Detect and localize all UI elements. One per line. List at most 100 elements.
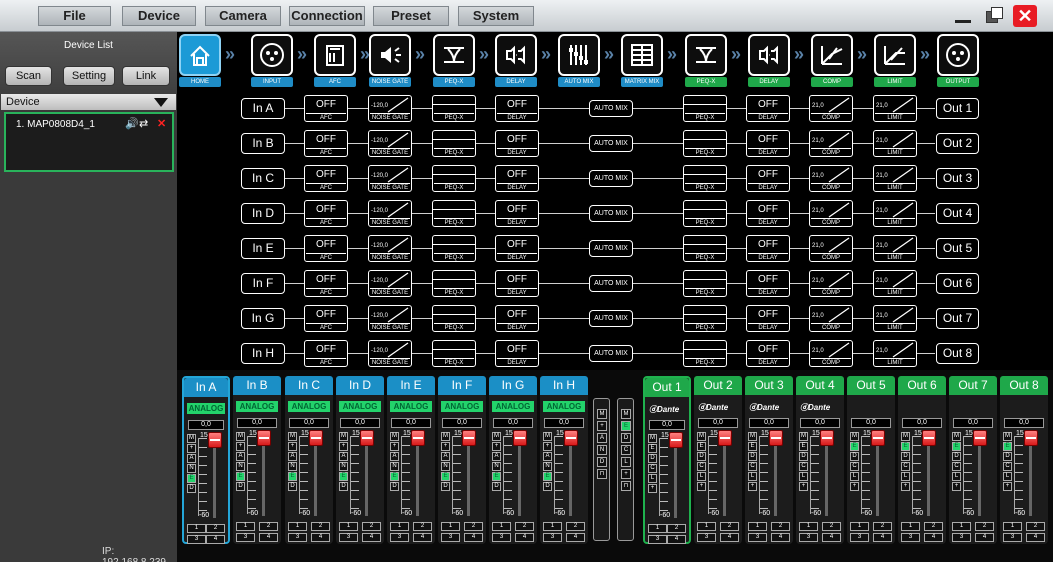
peq-block[interactable]: PEQ-X — [432, 200, 476, 227]
strip-button-c[interactable]: C — [799, 462, 808, 471]
noise-gate-block[interactable]: -120,0 NOISE GATE — [368, 130, 412, 157]
afc-block[interactable]: OFF AFC — [304, 340, 348, 367]
fader-track[interactable] — [978, 434, 981, 516]
auto-mix-block[interactable]: AUTO MIX — [589, 100, 633, 117]
fader-knob[interactable] — [360, 430, 374, 446]
input-strip-name[interactable]: In F — [438, 376, 486, 395]
source-badge[interactable]: ANALOG — [390, 401, 432, 412]
delay-block[interactable]: OFF DELAY — [495, 235, 539, 262]
strip-button-n[interactable]: N — [288, 462, 297, 471]
strip-button-m[interactable]: M — [648, 434, 657, 443]
channel-button[interactable]: 3 — [697, 533, 716, 542]
strip-button-d[interactable]: D — [339, 482, 348, 491]
auto-mix-block[interactable]: AUTO MIX — [589, 275, 633, 292]
comp-block[interactable]: 21,0 COMP — [809, 130, 853, 157]
output-strip-name[interactable]: Out 5 — [847, 376, 895, 395]
minimize-button[interactable] — [952, 6, 974, 26]
strip-button-plus[interactable]: + — [441, 442, 450, 451]
output-label[interactable]: Out 5 — [936, 238, 979, 259]
channel-button[interactable]: 2 — [873, 522, 892, 531]
strip-button-e[interactable]: E — [390, 472, 399, 481]
fader-knob[interactable] — [462, 430, 476, 446]
output-strip-name[interactable]: Out 3 — [745, 376, 793, 395]
comp-block[interactable]: 21,0 COMP — [809, 270, 853, 297]
link-button[interactable]: Link — [122, 66, 170, 86]
channel-button[interactable]: 1 — [339, 522, 358, 531]
strip-button-d[interactable]: D — [1003, 452, 1012, 461]
strip-button-m[interactable]: M — [441, 432, 450, 441]
mix-button[interactable]: D — [621, 433, 631, 443]
comp-block[interactable]: 21,0 COMP — [809, 95, 853, 122]
fader-track[interactable] — [876, 434, 879, 516]
strip-button-d[interactable]: D — [390, 482, 399, 491]
delay-block[interactable]: OFF DELAY — [495, 270, 539, 297]
delay-block[interactable]: OFF DELAY — [495, 340, 539, 367]
afc-block[interactable]: OFF AFC — [304, 130, 348, 157]
source-badge[interactable]: ANALOG — [236, 401, 278, 412]
strip-button-n[interactable]: N — [187, 464, 196, 473]
channel-button[interactable]: 4 — [206, 535, 225, 544]
out-peq-block[interactable]: PEQ-X — [683, 95, 727, 122]
afc-block[interactable]: OFF AFC — [304, 95, 348, 122]
noise-gate-block[interactable]: -120,0 NOISE GATE — [368, 235, 412, 262]
channel-button[interactable]: 1 — [850, 522, 869, 531]
mix-button[interactable]: D — [597, 457, 607, 467]
fader-knob[interactable] — [208, 432, 222, 448]
fader-track[interactable] — [314, 434, 317, 516]
strip-button-plus[interactable]: + — [492, 442, 501, 451]
strip-button-c[interactable]: C — [748, 462, 757, 471]
tool-limit-11[interactable]: LIMIT — [874, 34, 916, 87]
mix-button[interactable]: C — [621, 445, 631, 455]
speaker-icon[interactable]: 🔊 — [125, 117, 139, 130]
strip-button-e[interactable]: E — [492, 472, 501, 481]
channel-button[interactable]: 3 — [339, 533, 358, 542]
channel-button[interactable]: 1 — [648, 524, 667, 533]
strip-button-e[interactable]: E — [1003, 442, 1012, 451]
strip-button-c[interactable]: C — [1003, 462, 1012, 471]
channel-button[interactable]: 4 — [413, 533, 432, 542]
channel-button[interactable]: 2 — [259, 522, 278, 531]
strip-button-plus[interactable]: + — [850, 482, 859, 491]
strip-button-n[interactable]: N — [236, 462, 245, 471]
channel-button[interactable]: 2 — [975, 522, 994, 531]
fader-track[interactable] — [467, 434, 470, 516]
menu-file[interactable]: File — [38, 6, 111, 26]
fader-track[interactable] — [1029, 434, 1032, 516]
limit-block[interactable]: 21,0 LIMIT — [873, 235, 917, 262]
gain-value[interactable]: 0,0 — [1004, 418, 1044, 428]
channel-button[interactable]: 1 — [441, 522, 460, 531]
noise-gate-block[interactable]: -120,0 NOISE GATE — [368, 305, 412, 332]
input-strip-name[interactable]: In D — [336, 376, 384, 395]
channel-button[interactable]: 1 — [492, 522, 511, 531]
close-button[interactable]: ✕ — [1013, 5, 1037, 27]
comp-block[interactable]: 21,0 COMP — [809, 340, 853, 367]
strip-button-d[interactable]: D — [697, 452, 706, 461]
fader-knob[interactable] — [564, 430, 578, 446]
strip-button-plus[interactable]: + — [901, 482, 910, 491]
peq-block[interactable]: PEQ-X — [432, 270, 476, 297]
strip-button-l[interactable]: L — [901, 472, 910, 481]
channel-button[interactable]: 2 — [667, 524, 686, 533]
fader-track[interactable] — [262, 434, 265, 516]
channel-button[interactable]: 4 — [259, 533, 278, 542]
channel-button[interactable]: 2 — [311, 522, 330, 531]
afc-block[interactable]: OFF AFC — [304, 235, 348, 262]
maximize-button[interactable] — [984, 6, 1006, 26]
channel-button[interactable]: 3 — [390, 533, 409, 542]
strip-button-d[interactable]: D — [543, 482, 552, 491]
peq-block[interactable]: PEQ-X — [432, 305, 476, 332]
tool-home-0[interactable]: HOME — [179, 34, 221, 87]
strip-button-m[interactable]: M — [748, 432, 757, 441]
channel-button[interactable]: 3 — [799, 533, 818, 542]
strip-button-plus[interactable]: + — [697, 482, 706, 491]
strip-button-d[interactable]: D — [236, 482, 245, 491]
comp-block[interactable]: 21,0 COMP — [809, 200, 853, 227]
gain-value[interactable]: 0,0 — [493, 418, 533, 428]
source-badge[interactable]: ANALOG — [339, 401, 381, 412]
channel-button[interactable]: 1 — [697, 522, 716, 531]
auto-mix-block[interactable]: AUTO MIX — [589, 205, 633, 222]
channel-button[interactable]: 1 — [187, 524, 206, 533]
strip-button-m[interactable]: M — [492, 432, 501, 441]
channel-button[interactable]: 4 — [771, 533, 790, 542]
input-strip-name[interactable]: In H — [540, 376, 588, 395]
